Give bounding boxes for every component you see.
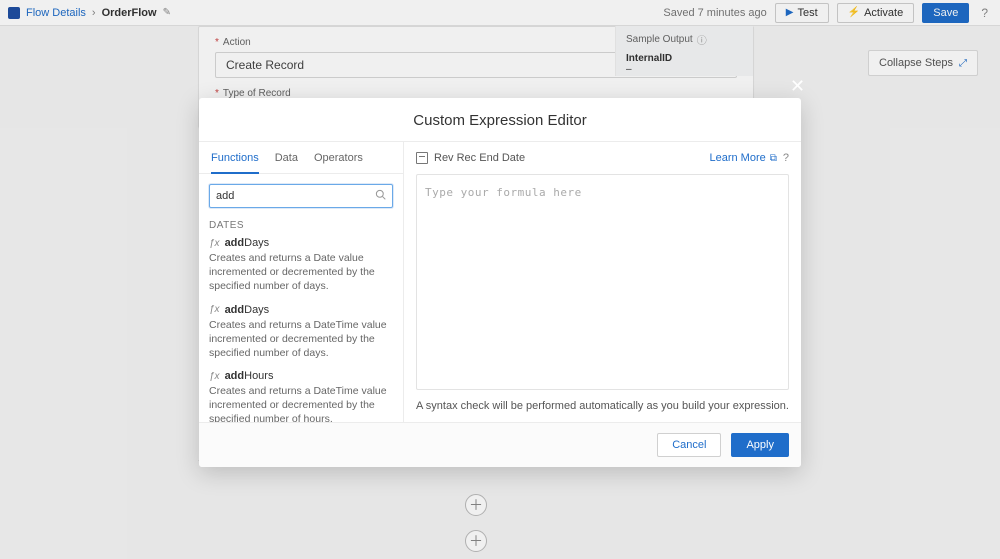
search-icon [375,189,386,203]
external-link-icon: ⧉ [770,153,777,164]
function-desc: Creates and returns a Date value increme… [209,251,393,294]
fx-icon: ƒx [209,238,220,249]
function-list: DATES ƒxaddDays Creates and returns a Da… [199,218,403,422]
function-item[interactable]: ƒxaddHours Creates and returns a DateTim… [209,370,393,422]
syntax-note: A syntax check will be performed automat… [404,390,801,422]
tab-data[interactable]: Data [275,152,298,173]
formula-editor[interactable]: Type your formula here [416,174,789,390]
modal-right-pane: Rev Rec End Date Learn More ⧉ ? Type you… [404,142,801,422]
function-desc: Creates and returns a DateTime value inc… [209,318,393,361]
fx-icon: ƒx [209,304,220,315]
function-desc: Creates and returns a DateTime value inc… [209,384,393,422]
help-icon[interactable]: ? [783,152,789,164]
apply-button[interactable]: Apply [731,433,789,457]
formula-placeholder: Type your formula here [425,186,582,199]
modal-footer: Cancel Apply [199,422,801,467]
fx-icon: ƒx [209,371,220,382]
search-input[interactable] [216,190,375,202]
function-search[interactable] [209,184,393,208]
calendar-icon [416,152,428,164]
function-item[interactable]: ƒxaddDays Creates and returns a Date val… [209,237,393,294]
modal-tabs: Functions Data Operators [199,142,403,174]
target-field: Rev Rec End Date [416,152,525,164]
modal-title: Custom Expression Editor [199,98,801,142]
function-group-dates: DATES [209,220,393,231]
expression-editor-modal: Custom Expression Editor Functions Data … [199,98,801,467]
modal-left-pane: Functions Data Operators DATES ƒxaddDays… [199,142,404,422]
cancel-button[interactable]: Cancel [657,433,721,457]
close-icon[interactable]: ✕ [790,76,805,97]
tab-functions[interactable]: Functions [211,152,259,174]
learn-more-link[interactable]: Learn More ⧉ [709,152,776,164]
function-item[interactable]: ƒxaddDays Creates and returns a DateTime… [209,304,393,361]
tab-operators[interactable]: Operators [314,152,363,173]
